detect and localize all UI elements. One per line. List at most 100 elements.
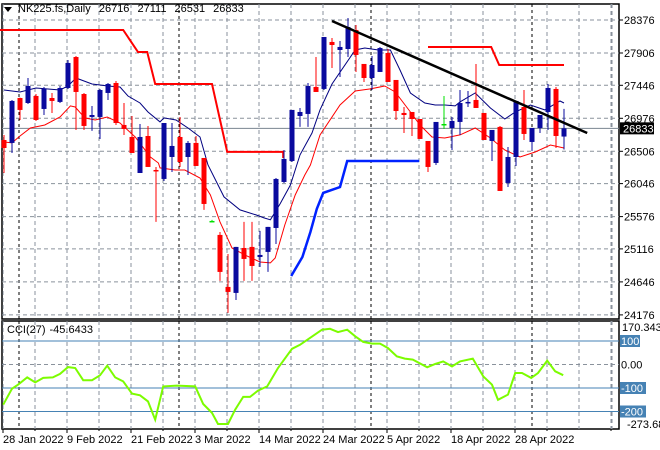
candle-body xyxy=(137,136,143,173)
candle-body xyxy=(233,246,239,293)
candle-body xyxy=(273,178,279,228)
candle-body xyxy=(105,83,111,93)
candle-body xyxy=(193,142,199,166)
candle-body xyxy=(289,109,295,161)
open-value: 26716 xyxy=(98,3,130,15)
candle-body xyxy=(481,112,487,140)
candle-body xyxy=(313,86,319,92)
candle-body xyxy=(361,63,367,78)
candle-body xyxy=(401,112,407,115)
candle-body xyxy=(337,46,343,50)
candle-body xyxy=(329,41,335,45)
candle-body xyxy=(425,140,431,167)
candle-body xyxy=(305,86,311,114)
cci-value: -45.6433 xyxy=(49,324,93,336)
time-axis-label: 3 Mar 2022 xyxy=(195,434,251,446)
candle-body xyxy=(89,114,95,117)
candle-body xyxy=(201,157,207,204)
candle-body xyxy=(457,102,463,122)
candle-body xyxy=(553,88,559,136)
time-axis-label: 5 Apr 2022 xyxy=(387,434,440,446)
candle-body xyxy=(81,94,87,126)
candle-body xyxy=(441,123,447,126)
candle-body xyxy=(265,226,271,252)
time-axis-label: 21 Feb 2022 xyxy=(131,434,193,446)
candle-body xyxy=(1,139,7,148)
low-value: 26531 xyxy=(174,3,206,15)
time-axis-label: 28 Jan 2022 xyxy=(3,434,64,446)
candle-body xyxy=(249,246,255,266)
candle-body xyxy=(25,86,31,103)
cci-axis-min-label: -273.680 xyxy=(627,419,660,431)
candle-body xyxy=(33,95,39,120)
candle-body xyxy=(417,119,423,139)
time-axis-label: 14 Mar 2022 xyxy=(259,434,321,446)
candle-body xyxy=(17,98,23,110)
high-value: 27111 xyxy=(137,3,167,15)
candle-body xyxy=(185,142,191,157)
candle-body xyxy=(473,99,479,108)
candle-body xyxy=(545,87,551,112)
price-axis-label: 28376 xyxy=(624,15,655,27)
candle-body xyxy=(513,100,519,157)
candle-body xyxy=(177,136,183,162)
cci-axis-label: -100 xyxy=(621,383,643,395)
price-axis-label: 26506 xyxy=(624,146,655,158)
candle-body xyxy=(521,106,527,134)
candle-body xyxy=(97,90,103,117)
time-axis-label: 18 Apr 2022 xyxy=(451,434,510,446)
candle-body xyxy=(241,247,247,259)
candle-body xyxy=(169,145,175,157)
candle-body xyxy=(121,124,127,129)
candle-body xyxy=(209,220,215,223)
candle-body xyxy=(321,36,327,89)
price-axis-label: 25576 xyxy=(624,212,655,224)
candle-body xyxy=(145,135,151,167)
close-value: 26833 xyxy=(213,3,244,15)
candle-body xyxy=(465,101,471,104)
price-axis-label: 27906 xyxy=(624,48,655,60)
candle-body xyxy=(281,158,287,182)
cci-axis-label: 0.00 xyxy=(621,360,642,372)
candle-body xyxy=(497,126,503,191)
candle-body xyxy=(257,254,263,257)
time-axis-label: 28 Apr 2022 xyxy=(515,434,574,446)
time-axis-label: 24 Mar 2022 xyxy=(323,434,385,446)
cci-axis-max-label: 170.3435 xyxy=(622,322,660,334)
candle-body xyxy=(345,26,351,49)
candle-body xyxy=(433,121,439,163)
candle-body xyxy=(129,136,135,153)
candle-body xyxy=(561,128,567,137)
cci-axis-label: -200 xyxy=(621,407,643,419)
price-axis-label: 24646 xyxy=(624,277,655,289)
chart-canvas[interactable]: 2837627906274462697626506260462557625116… xyxy=(0,0,660,450)
candle-body xyxy=(537,114,543,128)
price-axis-label: 24176 xyxy=(624,310,655,322)
candle-body xyxy=(113,82,119,124)
candle-body xyxy=(225,286,231,292)
candle-body xyxy=(161,123,167,179)
candle-body xyxy=(385,53,391,82)
cci-name: CCI(27) xyxy=(7,324,46,336)
main-pane xyxy=(1,3,620,320)
candle-body xyxy=(41,88,47,109)
candle-body xyxy=(489,129,495,141)
cci-axis-label: 100 xyxy=(621,336,639,348)
candle-body xyxy=(9,100,15,143)
candle-body xyxy=(217,234,223,272)
current-price-label: 26833 xyxy=(623,123,654,135)
price-axis-label: 26046 xyxy=(624,179,655,191)
candle-body xyxy=(65,62,71,88)
candle-body xyxy=(353,29,359,55)
candle-body xyxy=(529,127,535,142)
collapse-triangle-icon[interactable] xyxy=(4,6,12,12)
candle-body xyxy=(73,57,79,92)
price-axis-label: 25116 xyxy=(624,244,654,256)
candle-body xyxy=(377,48,383,72)
candle-body xyxy=(449,120,455,128)
symbol-timeframe: NK225.fs,Daily xyxy=(18,3,91,15)
price-axis-label: 27446 xyxy=(624,80,655,92)
candle-body xyxy=(505,156,511,183)
chart-header: NK225.fs,Daily 26716 27111 26531 26833 xyxy=(4,3,249,15)
candle-body xyxy=(297,111,303,116)
